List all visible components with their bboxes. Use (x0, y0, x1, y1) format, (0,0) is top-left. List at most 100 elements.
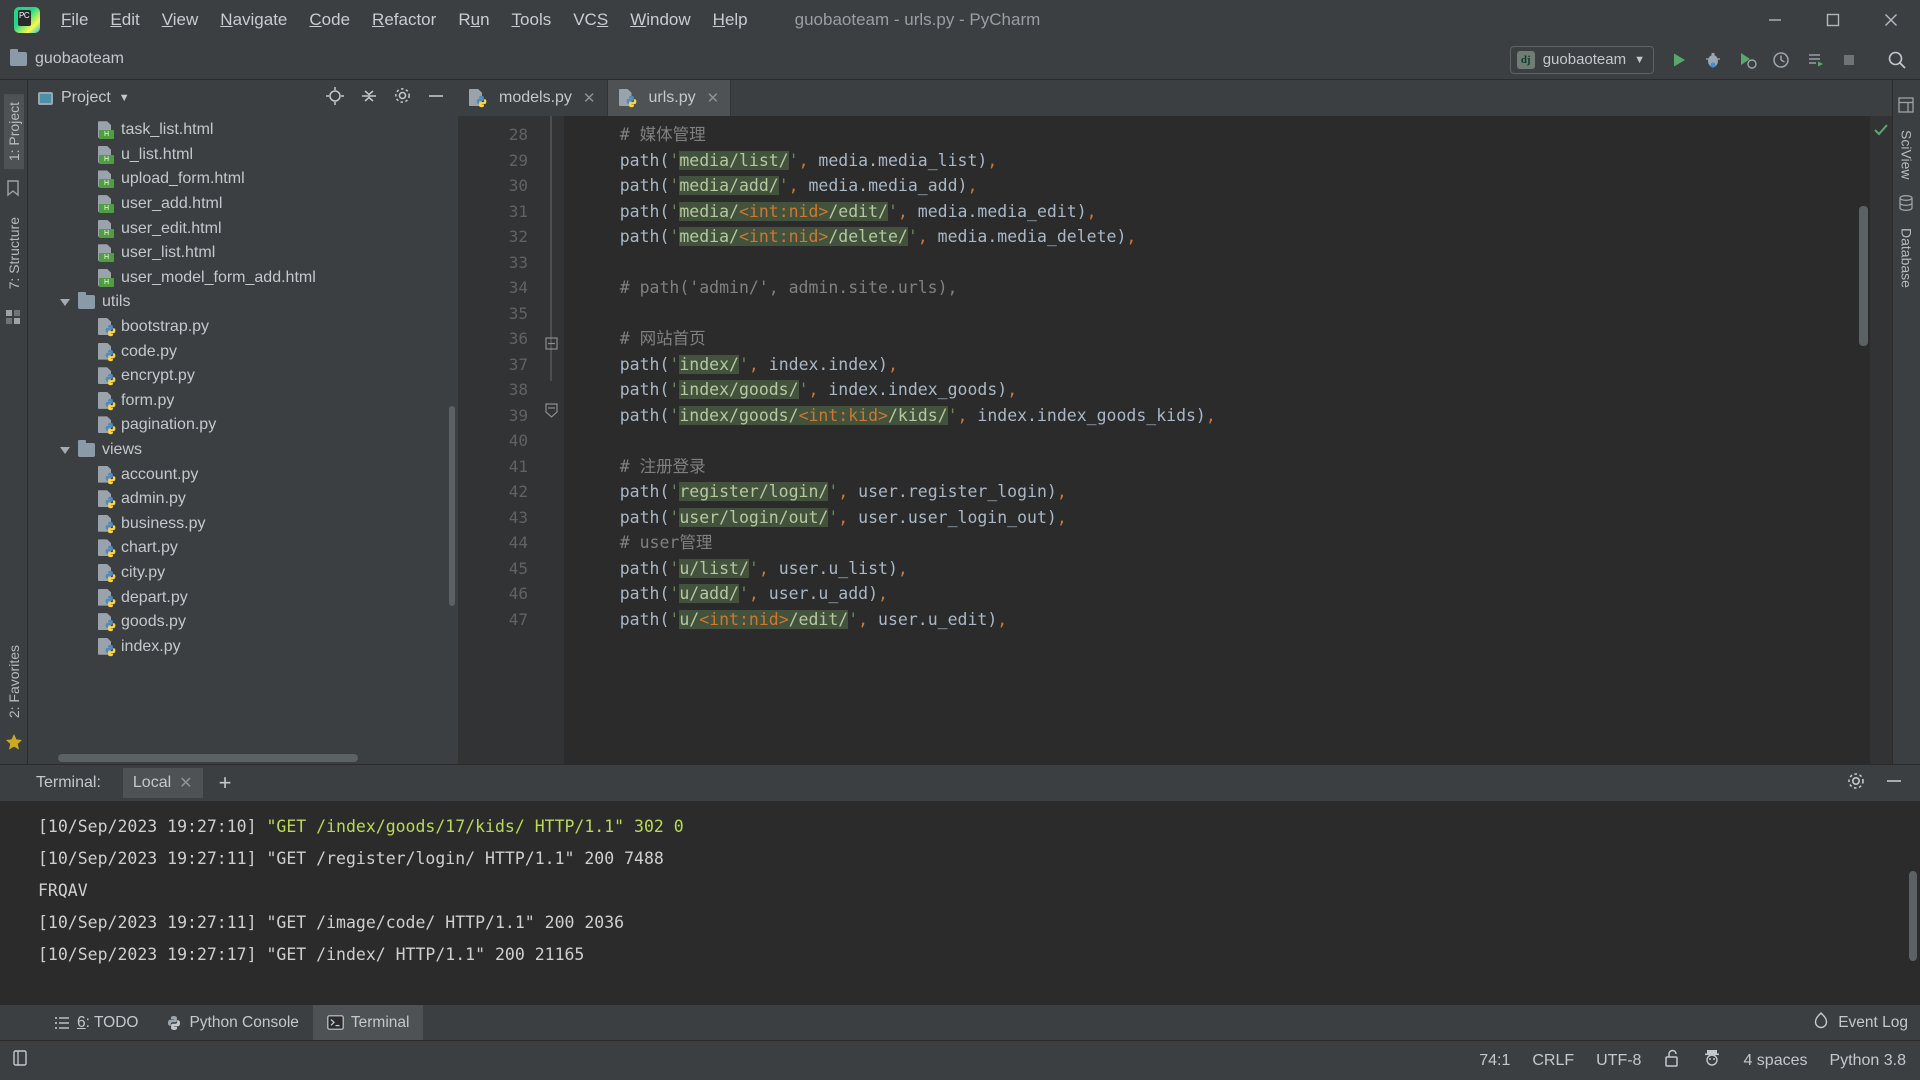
run-configuration-selector[interactable]: dj guobaoteam ▼ (1509, 45, 1654, 74)
minimize-icon[interactable] (1746, 0, 1804, 39)
menu-code[interactable]: Code (298, 6, 361, 34)
tree-file-chart.py[interactable]: chart.py (28, 536, 458, 561)
close-icon[interactable]: ✕ (179, 773, 192, 793)
search-everywhere-icon[interactable] (1882, 45, 1912, 75)
window-title: guobaoteam - urls.py - PyCharm (794, 9, 1041, 29)
tree-file-code.py[interactable]: code.py (28, 339, 458, 364)
menu-navigate[interactable]: Navigate (209, 6, 298, 34)
menu-run[interactable]: Run (447, 6, 500, 34)
code-line: # path('admin/', admin.site.urls), (580, 278, 958, 297)
database-icon[interactable] (1897, 194, 1917, 214)
project-horizontal-scrollbar[interactable] (58, 754, 358, 762)
expand-arrow-icon[interactable] (60, 446, 70, 454)
run-icon[interactable] (1664, 45, 1694, 75)
tree-file-admin.py[interactable]: admin.py (28, 487, 458, 512)
breadcrumb[interactable]: guobaoteam (10, 49, 124, 68)
tree-file-user_add.html[interactable]: Huser_add.html (28, 192, 458, 217)
toolwindow-tab-6-todo[interactable]: 6: TODO (40, 1005, 152, 1040)
project-tree[interactable]: Htask_list.html Hu_list.html Hupload_form.… (28, 116, 458, 764)
terminal-vertical-scrollbar[interactable] (1909, 871, 1917, 961)
code-content[interactable]: # 媒体管理 path('media/list/', media.media_l… (564, 116, 1870, 764)
sidebar-item-favorites[interactable]: 2: Favorites (4, 637, 24, 726)
toolwindow-tab-python-console[interactable]: Python Console (152, 1005, 312, 1040)
collapse-all-icon[interactable] (359, 86, 379, 111)
tree-file-bootstrap.py[interactable]: bootstrap.py (28, 315, 458, 340)
bookmarks-icon[interactable] (4, 179, 24, 199)
hector-icon[interactable] (1703, 1048, 1721, 1073)
editor-area[interactable]: 28 29 30 31 32 33 34 35 36 37 38 39 40 41 42 43 44 45 46 47… (458, 116, 1892, 764)
tree-file-goods.py[interactable]: goods.py (28, 610, 458, 635)
menu-tools[interactable]: Tools (501, 6, 563, 34)
locate-icon[interactable] (325, 86, 345, 111)
profile-icon[interactable] (1766, 45, 1796, 75)
stop-icon[interactable] (1834, 45, 1864, 75)
python-interpreter[interactable]: Python 3.8 (1830, 1052, 1907, 1070)
terminal-tab-local[interactable]: Local ✕ (122, 768, 203, 798)
menu-view[interactable]: View (151, 6, 210, 34)
toolwindow-tab-terminal[interactable]: Terminal (312, 1005, 424, 1040)
chevron-down-icon[interactable]: ▼ (119, 92, 130, 104)
file-encoding[interactable]: UTF-8 (1596, 1052, 1641, 1070)
tree-file-encrypt.py[interactable]: encrypt.py (28, 364, 458, 389)
tree-file-u_list.html[interactable]: Hu_list.html (28, 143, 458, 168)
editor-tab-models-py[interactable]: models.py ✕ (458, 80, 608, 116)
code-folding-gutter[interactable] (538, 116, 564, 764)
menu-vcs[interactable]: VCS (562, 6, 619, 34)
sidebar-item-project[interactable]: 1: Project (3, 94, 24, 170)
line-separator[interactable]: CRLF (1532, 1052, 1574, 1070)
tree-file-user_list.html[interactable]: Huser_list.html (28, 241, 458, 266)
run-with-console-icon[interactable] (1800, 45, 1830, 75)
menu-edit[interactable]: Edit (99, 6, 150, 34)
close-icon[interactable]: ✕ (707, 89, 720, 107)
tree-file-index.py[interactable]: index.py (28, 634, 458, 659)
layout-icon[interactable] (1897, 96, 1917, 116)
close-icon[interactable]: ✕ (583, 89, 596, 107)
tree-file-upload_form.html[interactable]: Hupload_form.html (28, 167, 458, 192)
terminal-output[interactable]: [10/Sep/2023 19:27:10] "GET /index/goods… (0, 801, 1920, 1004)
expand-arrow-icon[interactable] (60, 298, 70, 306)
sidebar-item-structure[interactable]: 7: Structure (4, 209, 24, 297)
tree-file-account.py[interactable]: account.py (28, 462, 458, 487)
tree-folder-views[interactable]: views (28, 438, 458, 463)
tree-file-depart.py[interactable]: depart.py (28, 585, 458, 610)
star-icon[interactable] (4, 732, 24, 752)
caret-position[interactable]: 74:1 (1479, 1052, 1510, 1070)
tree-file-form.py[interactable]: form.py (28, 389, 458, 414)
menu-refactor[interactable]: Refactor (361, 6, 447, 34)
editor-marker-column[interactable] (1870, 116, 1892, 764)
tree-file-business.py[interactable]: business.py (28, 512, 458, 537)
close-icon[interactable] (1862, 0, 1920, 39)
project-vertical-scrollbar[interactable] (449, 406, 455, 606)
menu-window[interactable]: Window (619, 6, 701, 34)
debug-icon[interactable] (1698, 45, 1728, 75)
maximize-icon[interactable] (1804, 0, 1862, 39)
settings-icon[interactable] (1846, 771, 1866, 796)
toggle-tool-window-icon[interactable] (10, 1048, 30, 1073)
html-file-icon: H (98, 244, 114, 263)
tree-item-label: depart.py (121, 588, 188, 606)
hide-icon[interactable] (426, 86, 446, 111)
event-log-button[interactable]: Event Log (1812, 1005, 1920, 1040)
indent-setting[interactable]: 4 spaces (1743, 1052, 1807, 1070)
toolwindow-tab-label: Python Console (189, 1013, 299, 1031)
tree-file-pagination.py[interactable]: pagination.py (28, 413, 458, 438)
tree-file-city.py[interactable]: city.py (28, 561, 458, 586)
tree-file-task_list.html[interactable]: Htask_list.html (28, 118, 458, 143)
add-tab-icon[interactable]: + (219, 772, 232, 794)
sidebar-item-sciview[interactable]: SciView (1897, 124, 1917, 186)
editor-vertical-scrollbar[interactable] (1859, 206, 1868, 346)
toolwindow-tab-label: Terminal (350, 1013, 410, 1031)
sidebar-item-database[interactable]: Database (1897, 222, 1917, 294)
unlocked-icon[interactable] (1663, 1048, 1681, 1073)
tree-file-user_model_form_add.html[interactable]: Huser_model_form_add.html (28, 266, 458, 291)
python-icon (166, 1015, 182, 1031)
menu-help[interactable]: Help (702, 6, 759, 34)
hide-icon[interactable] (1884, 771, 1904, 796)
settings-icon[interactable] (393, 86, 412, 110)
tree-folder-utils[interactable]: utils (28, 290, 458, 315)
run-coverage-icon[interactable] (1732, 45, 1762, 75)
tree-file-user_edit.html[interactable]: Huser_edit.html (28, 216, 458, 241)
grid-icon[interactable] (4, 308, 24, 328)
editor-tab-urls-py[interactable]: urls.py ✕ (607, 80, 732, 116)
menu-file[interactable]: File (50, 6, 99, 34)
